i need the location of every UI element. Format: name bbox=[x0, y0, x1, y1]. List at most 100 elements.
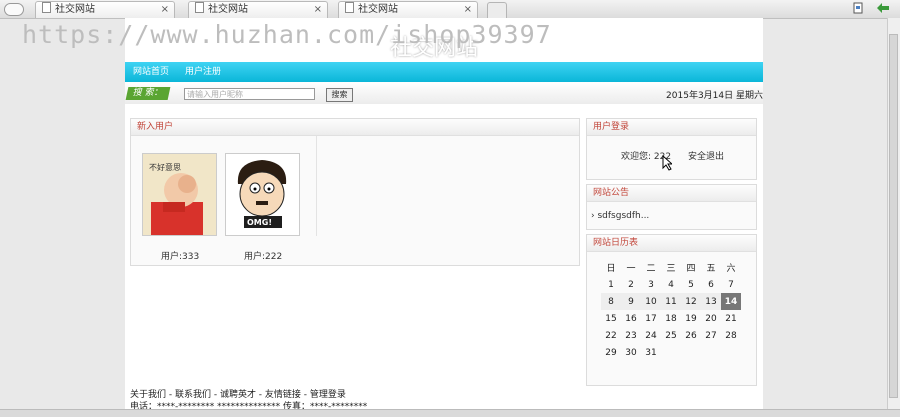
calendar-day[interactable]: 31 bbox=[641, 344, 661, 361]
cartoon-avatar: OMG! bbox=[226, 154, 299, 235]
vertical-scrollbar[interactable] bbox=[887, 18, 900, 410]
calendar-week-row: 15 16 17 18 19 20 21 bbox=[601, 310, 741, 327]
image-caption-text: OMG! bbox=[247, 218, 272, 227]
calendar-day[interactable]: 4 bbox=[661, 276, 681, 293]
calendar-day[interactable]: 19 bbox=[681, 310, 701, 327]
login-status: 欢迎您: 222 安全退出 bbox=[621, 149, 724, 162]
tab-title: 社交网站 bbox=[55, 4, 95, 15]
calendar-day-today[interactable]: 14 bbox=[721, 293, 741, 310]
calendar-weekday-row: 日 一 二 三 四 五 六 bbox=[601, 259, 741, 276]
calendar-table: 日 一 二 三 四 五 六 1 2 3 4 5 6 7 8 9 10 11 12… bbox=[601, 259, 741, 361]
announcement-item[interactable]: › sdfsgsdfh... bbox=[591, 211, 649, 221]
weekday-label: 日 bbox=[606, 264, 616, 274]
calendar-day[interactable]: 18 bbox=[661, 310, 681, 327]
document-icon bbox=[195, 2, 204, 13]
browser-tab[interactable]: 社交网站 × bbox=[188, 1, 328, 18]
nav-home-link[interactable]: 网站首页 bbox=[133, 62, 169, 82]
calendar-day[interactable]: 5 bbox=[681, 276, 701, 293]
document-icon bbox=[345, 2, 354, 13]
calendar-day[interactable]: 11 bbox=[661, 293, 681, 310]
calendar-day[interactable]: 6 bbox=[701, 276, 721, 293]
close-icon[interactable]: × bbox=[314, 2, 322, 18]
calendar-day[interactable]: 27 bbox=[701, 327, 721, 344]
mouse-cursor-icon bbox=[662, 155, 672, 171]
new-tab-button[interactable] bbox=[487, 2, 507, 18]
calendar-day[interactable]: 24 bbox=[641, 327, 661, 344]
calendar-day[interactable]: 1 bbox=[601, 276, 621, 293]
browser-tab[interactable]: 社交网站 × bbox=[338, 1, 478, 18]
calendar-week-row: 29 30 31 bbox=[601, 344, 741, 361]
calendar-day[interactable]: 16 bbox=[621, 310, 641, 327]
calendar-day bbox=[661, 344, 681, 361]
calendar-day[interactable]: 25 bbox=[661, 327, 681, 344]
web-page: 网站首页 用户注册 搜 索： 请输入用户昵称 搜索 2015年3月14日 星期六 … bbox=[125, 18, 763, 416]
calendar-day[interactable]: 10 bbox=[641, 293, 661, 310]
search-input[interactable]: 请输入用户昵称 bbox=[184, 88, 315, 100]
announcement-panel: 网站公告 › sdfsgsdfh... bbox=[586, 184, 757, 230]
main-nav: 网站首页 用户注册 bbox=[125, 62, 763, 82]
calendar-day[interactable]: 17 bbox=[641, 310, 661, 327]
watermark-text: https://www.huzhan.com/ishop39397 bbox=[22, 20, 552, 49]
calendar-day[interactable]: 8 bbox=[601, 293, 621, 310]
nav-register-link[interactable]: 用户注册 bbox=[185, 62, 221, 82]
panel-title: 新入用户 bbox=[131, 119, 579, 136]
browser-tab-strip: 社交网站 × 社交网站 × 社交网站 × bbox=[0, 0, 900, 19]
calendar-week-row: 1 2 3 4 5 6 7 bbox=[601, 276, 741, 293]
calendar-day[interactable]: 13 bbox=[701, 293, 721, 310]
calendar-day[interactable]: 12 bbox=[681, 293, 701, 310]
logout-link[interactable]: 安全退出 bbox=[688, 152, 724, 162]
calendar-day[interactable]: 21 bbox=[721, 310, 741, 327]
calendar-day[interactable]: 26 bbox=[681, 327, 701, 344]
panel-title: 用户登录 bbox=[587, 119, 756, 136]
calendar-day[interactable]: 15 bbox=[601, 310, 621, 327]
calendar-day bbox=[681, 344, 701, 361]
user-avatar-card[interactable]: 不好意思 bbox=[142, 153, 217, 236]
calendar-day[interactable]: 7 bbox=[721, 276, 741, 293]
weekday-label: 三 bbox=[666, 264, 676, 274]
back-arrow-icon[interactable] bbox=[876, 2, 890, 14]
weekday-label: 六 bbox=[726, 264, 736, 274]
current-date: 2015年3月14日 星期六 bbox=[666, 91, 763, 101]
calendar-day[interactable]: 23 bbox=[621, 327, 641, 344]
welcome-label: 欢迎您: bbox=[621, 152, 652, 162]
divider bbox=[316, 136, 317, 236]
calendar-day[interactable]: 29 bbox=[601, 344, 621, 361]
search-bar: 搜 索： 请输入用户昵称 搜索 2015年3月14日 星期六 bbox=[125, 82, 763, 104]
calendar-day[interactable]: 3 bbox=[641, 276, 661, 293]
baby-photo: 不好意思 bbox=[143, 154, 216, 235]
calendar-day[interactable]: 20 bbox=[701, 310, 721, 327]
calendar-week-row: 22 23 24 25 26 27 28 bbox=[601, 327, 741, 344]
calendar-day bbox=[701, 344, 721, 361]
panel-title: 网站日历表 bbox=[587, 235, 756, 252]
weekday-label: 四 bbox=[686, 264, 696, 274]
calendar-day[interactable]: 22 bbox=[601, 327, 621, 344]
user-caption[interactable]: 用户:333 bbox=[161, 249, 199, 262]
calendar-week-row: 8 9 10 11 12 13 14 bbox=[601, 293, 741, 310]
page-icon[interactable] bbox=[852, 2, 864, 14]
close-icon[interactable]: × bbox=[161, 2, 169, 18]
new-users-panel: 新入用户 不好意思 用户:333 OMG! 用户:222 bbox=[130, 118, 580, 266]
search-label: 搜 索： bbox=[125, 87, 171, 100]
close-icon[interactable]: × bbox=[464, 2, 472, 18]
scrollbar-thumb[interactable] bbox=[889, 34, 898, 398]
footer-links[interactable]: 关于我们 - 联系我们 - 诚聘英才 - 友情链接 - 管理登录 bbox=[130, 389, 367, 401]
calendar-panel: 网站日历表 日 一 二 三 四 五 六 1 2 3 4 5 6 7 8 9 10… bbox=[586, 234, 757, 386]
calendar-day bbox=[721, 344, 741, 361]
weekday-label: 二 bbox=[646, 264, 656, 274]
calendar-day[interactable]: 9 bbox=[621, 293, 641, 310]
cloud-icon bbox=[4, 3, 24, 16]
browser-tab[interactable]: 社交网站 × bbox=[35, 1, 175, 18]
image-caption-text: 不好意思 bbox=[149, 162, 181, 172]
search-button[interactable]: 搜索 bbox=[326, 88, 353, 102]
weekday-label: 一 bbox=[626, 264, 636, 274]
announcement-text: sdfsgsdfh... bbox=[597, 211, 650, 221]
panel-title: 网站公告 bbox=[587, 185, 756, 202]
calendar-day[interactable]: 28 bbox=[721, 327, 741, 344]
document-icon bbox=[42, 2, 51, 13]
calendar-day[interactable]: 2 bbox=[621, 276, 641, 293]
user-avatar-card[interactable]: OMG! bbox=[225, 153, 300, 236]
weekday-label: 五 bbox=[706, 264, 716, 274]
user-caption[interactable]: 用户:222 bbox=[244, 249, 282, 262]
calendar-day[interactable]: 30 bbox=[621, 344, 641, 361]
tab-title: 社交网站 bbox=[358, 4, 398, 15]
